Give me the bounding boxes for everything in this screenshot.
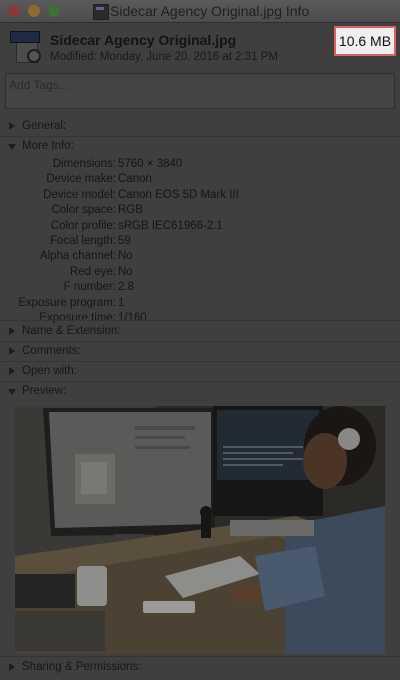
info-row: Alpha channel: No <box>0 250 400 265</box>
file-name: Sidecar Agency Original.jpg <box>50 32 237 48</box>
info-key: Alpha channel: <box>39 250 116 262</box>
info-key: Color profile: <box>50 220 116 232</box>
section-comments-label: Comments: <box>22 345 81 357</box>
divider <box>0 320 400 321</box>
info-row: F number: 2.8 <box>0 281 400 296</box>
disclosure-right-icon[interactable] <box>9 347 15 355</box>
section-general-label: General: <box>22 120 67 132</box>
minimize-button[interactable] <box>28 5 40 17</box>
preview-photo <box>15 406 385 654</box>
info-key: Device make: <box>46 173 116 185</box>
image-document-icon <box>10 31 42 65</box>
info-row: Focal length: 59 <box>0 235 400 250</box>
image-preview <box>15 406 385 654</box>
info-value: sRGB IEC61966-2.1 <box>118 220 223 232</box>
file-size: 10.6 MB <box>334 26 396 56</box>
section-sharing-permissions[interactable]: Sharing & Permissions: <box>0 658 400 678</box>
disclosure-right-icon[interactable] <box>9 122 15 130</box>
info-row: Color profile: sRGB IEC61966-2.1 <box>0 220 400 235</box>
disclosure-down-icon[interactable] <box>8 389 16 395</box>
title-bar: Sidecar Agency Original.jpg Info <box>0 0 400 23</box>
section-comments[interactable]: Comments: <box>0 342 400 362</box>
section-open-with-label: Open with: <box>22 365 77 377</box>
info-value: No <box>118 250 133 262</box>
info-row: Red eye: No <box>0 266 400 281</box>
zoom-button[interactable] <box>48 5 60 17</box>
section-more-info-label: More Info: <box>22 140 74 152</box>
info-key: F number: <box>63 281 116 293</box>
modified-date: Modified: Monday, June 20, 2016 at 2:31 … <box>50 51 279 63</box>
info-row: Device make: Canon <box>0 173 400 188</box>
info-key: Focal length: <box>50 235 116 247</box>
disclosure-right-icon[interactable] <box>9 327 15 335</box>
info-row: Device model: Canon EOS 5D Mark III <box>0 189 400 204</box>
close-button[interactable] <box>8 5 20 17</box>
info-key: Color space: <box>51 204 116 216</box>
info-value: No <box>118 266 133 278</box>
tags-field[interactable]: Add Tags... <box>5 73 395 109</box>
section-open-with[interactable]: Open with: <box>0 362 400 382</box>
divider <box>0 656 400 657</box>
section-preview-label: Preview: <box>22 385 67 397</box>
info-value: Canon <box>118 173 152 185</box>
info-value: 59 <box>118 235 131 247</box>
info-row: Dimensions: 5760 × 3840 <box>0 158 400 173</box>
info-value: 1 <box>118 297 125 309</box>
section-more-info[interactable]: More Info: <box>0 137 400 157</box>
section-general[interactable]: General: <box>0 117 400 137</box>
disclosure-down-icon[interactable] <box>8 144 16 150</box>
section-sharing-label: Sharing & Permissions: <box>22 661 142 673</box>
info-value: Canon EOS 5D Mark III <box>118 189 239 201</box>
section-name-extension-label: Name & Extension: <box>22 325 121 337</box>
window-title: Sidecar Agency Original.jpg Info <box>92 3 309 19</box>
disclosure-right-icon[interactable] <box>9 663 15 671</box>
info-value: 5760 × 3840 <box>118 158 183 170</box>
info-key: Device model: <box>43 189 116 201</box>
info-key: Exposure program: <box>18 297 116 309</box>
info-value: RGB <box>118 204 143 216</box>
section-name-extension[interactable]: Name & Extension: <box>0 322 400 342</box>
info-key: Red eye: <box>69 266 116 278</box>
disclosure-right-icon[interactable] <box>9 367 15 375</box>
window-title-text: Sidecar Agency Original.jpg Info <box>110 3 310 19</box>
section-preview[interactable]: Preview: <box>0 382 400 402</box>
info-value: 2.8 <box>118 281 134 293</box>
info-row: Color space: RGB <box>0 204 400 219</box>
info-row: Exposure program: 1 <box>0 297 400 312</box>
info-key: Dimensions: <box>52 158 116 170</box>
